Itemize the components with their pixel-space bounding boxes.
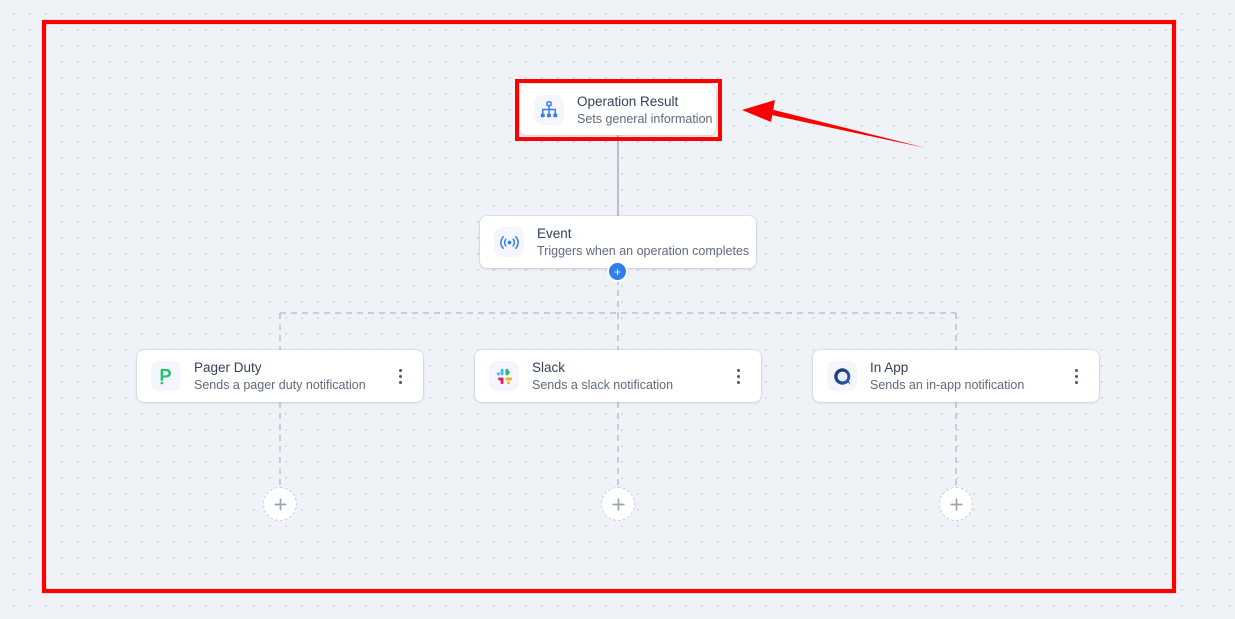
node-subtitle: Sets general information <box>577 111 713 126</box>
node-text-block: Slack Sends a slack notification <box>532 359 723 393</box>
plus-icon <box>611 497 625 511</box>
kebab-dot <box>1074 380 1078 384</box>
in-app-bell-logo-icon <box>827 361 857 391</box>
node-text-block: Pager Duty Sends a pager duty notificati… <box>194 359 385 393</box>
node-title: Event <box>537 226 572 241</box>
broadcast-signal-icon <box>494 227 524 257</box>
kebab-dot <box>398 374 402 378</box>
node-title: In App <box>870 360 909 375</box>
more-options-in-app[interactable] <box>1067 365 1085 387</box>
slack-logo-icon <box>489 361 519 391</box>
node-subtitle: Sends an in-app notification <box>870 378 1025 392</box>
kebab-dot <box>736 380 740 384</box>
plus-icon <box>949 497 963 511</box>
node-subtitle: Sends a slack notification <box>532 378 674 392</box>
kebab-dot <box>1074 368 1078 372</box>
more-options-pager-duty[interactable] <box>391 365 409 387</box>
plus-icon: + <box>613 264 621 279</box>
node-title: Operation Result <box>577 93 679 109</box>
pointer-arrow <box>742 100 926 148</box>
node-title: Slack <box>532 360 566 375</box>
add-step-under-in-app-button[interactable] <box>939 487 973 521</box>
node-slack[interactable]: Slack Sends a slack notification <box>475 350 761 402</box>
kebab-dot <box>736 374 740 378</box>
pagerduty-logo-icon <box>151 361 181 391</box>
node-subtitle: Sends a pager duty notification <box>194 378 366 392</box>
kebab-dot <box>398 368 402 372</box>
kebab-dot <box>736 368 740 372</box>
node-operation-result[interactable]: Operation Result Sets general informatio… <box>520 84 716 135</box>
add-step-under-pager-duty-button[interactable] <box>263 487 297 521</box>
kebab-dot <box>1074 374 1078 378</box>
kebab-dot <box>398 380 402 384</box>
node-in-app[interactable]: In App Sends an in-app notification <box>813 350 1099 402</box>
node-title: Pager Duty <box>194 360 262 375</box>
node-event[interactable]: Event Triggers when an operation complet… <box>480 216 756 268</box>
node-text-block: Event Triggers when an operation complet… <box>537 225 750 259</box>
node-pager-duty[interactable]: Pager Duty Sends a pager duty notificati… <box>137 350 423 402</box>
node-subtitle: Triggers when an operation completes <box>537 244 750 258</box>
more-options-slack[interactable] <box>729 365 747 387</box>
node-text-block: In App Sends an in-app notification <box>870 359 1061 393</box>
workflow-canvas[interactable]: Operation Result Sets general informatio… <box>0 0 1235 619</box>
plus-icon <box>273 497 287 511</box>
hierarchy-icon <box>534 94 564 125</box>
add-step-under-slack-button[interactable] <box>601 487 635 521</box>
node-text-block: Operation Result Sets general informatio… <box>577 93 713 127</box>
add-step-after-event-button[interactable]: + <box>609 263 626 280</box>
